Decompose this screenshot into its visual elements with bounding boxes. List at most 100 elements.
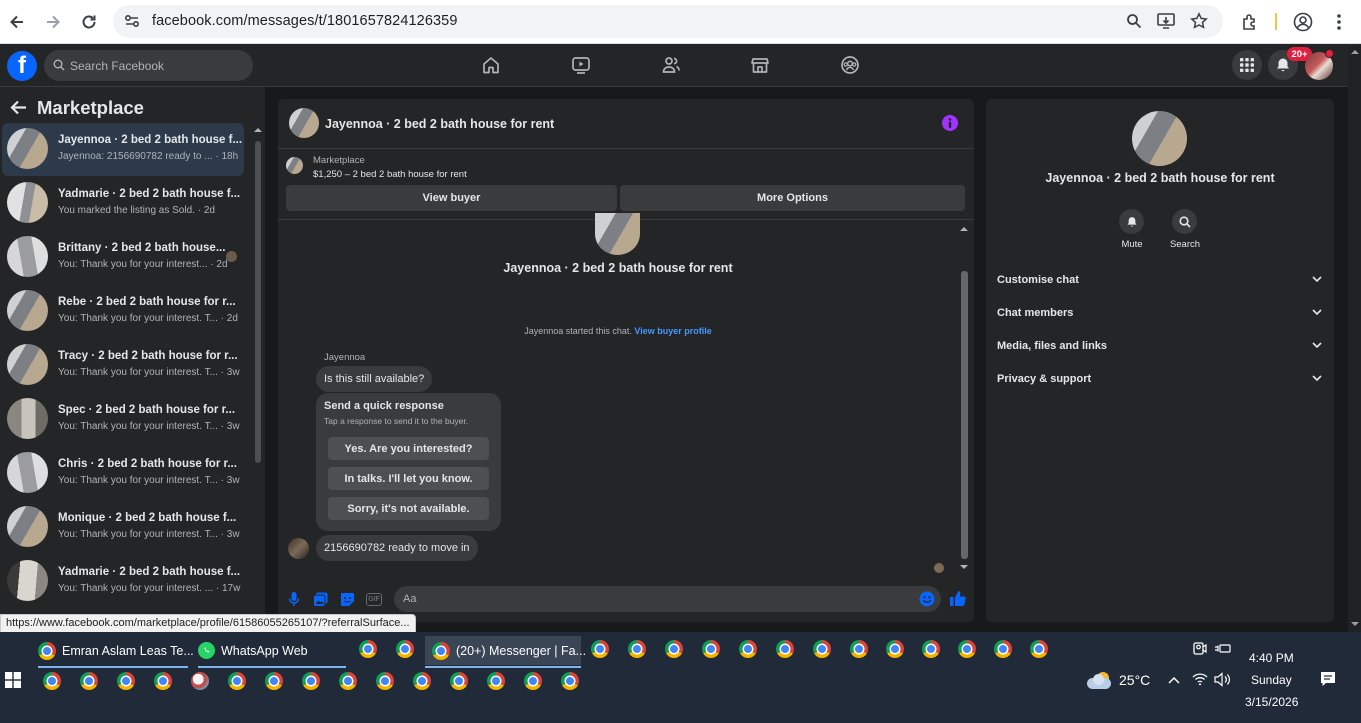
quick-response-title: Send a quick response (324, 400, 444, 412)
like-icon[interactable] (949, 590, 966, 607)
photo-icon[interactable] (313, 592, 328, 607)
taskbar-task[interactable]: Emran Aslam Leas Te... (38, 636, 194, 668)
taskbar-chrome-icon[interactable] (396, 640, 416, 660)
scroll-up-icon[interactable] (1351, 49, 1359, 55)
scroll-thumb[interactable] (255, 141, 261, 463)
section-label: Chat members (997, 307, 1074, 319)
conversation-item[interactable]: Yadmarie · 2 bed 2 bath house f... You m… (2, 177, 244, 230)
conversation-preview: You: Thank you for your interest. ... · … (58, 583, 241, 594)
wifi-icon[interactable] (1192, 672, 1208, 686)
home-icon[interactable] (479, 53, 503, 77)
scroll-down-icon[interactable] (960, 564, 968, 570)
clock-date[interactable]: 3/15/2026 (1245, 695, 1298, 709)
profile-icon[interactable] (1289, 8, 1317, 36)
gif-icon[interactable]: GIF (366, 593, 382, 606)
conversation-title: Yadmarie · 2 bed 2 bath house f... (58, 188, 241, 200)
quick-response-button[interactable]: In talks. I'll let you know. (328, 467, 489, 490)
quick-response-subtitle: Tap a response to send it to the buyer. (324, 416, 469, 426)
status-bar-url: https://www.facebook.com/marketplace/pro… (0, 614, 416, 633)
menu-grid-icon[interactable] (1232, 50, 1262, 80)
conversation-item[interactable]: Spec · 2 bed 2 bath house for r... You: … (2, 393, 244, 446)
page-scrollbar[interactable] (1348, 46, 1361, 632)
facebook-search-input[interactable]: Search Facebook (44, 50, 253, 81)
volume-icon[interactable] (1214, 672, 1231, 687)
notification-center-icon[interactable] (1320, 671, 1336, 687)
clock-day[interactable]: Sunday (1251, 673, 1292, 687)
taskbar-task-active[interactable]: (20+) Messenger | Fa... (425, 636, 586, 668)
more-options-button[interactable]: More Options (620, 185, 965, 211)
reload-icon[interactable] (75, 8, 103, 36)
install-app-icon[interactable] (1157, 13, 1175, 29)
groups-icon[interactable] (838, 53, 862, 77)
facebook-logo-icon[interactable]: f (7, 51, 37, 81)
windows-start-icon[interactable] (5, 672, 21, 688)
search-chat-icon[interactable] (1172, 209, 1197, 234)
back-arrow-icon[interactable] (10, 100, 27, 115)
video-icon[interactable] (569, 53, 593, 77)
scroll-up-icon[interactable] (960, 226, 968, 232)
url-text[interactable]: facebook.com/messages/t/1801657824126359 (152, 13, 458, 29)
message-bubble[interactable]: Is this still available? (316, 366, 433, 392)
conversation-item[interactable]: Tracy · 2 bed 2 bath house for r... You:… (2, 339, 244, 392)
address-bar[interactable]: facebook.com/messages/t/1801657824126359 (113, 5, 1223, 38)
listing-thumbnail (7, 128, 48, 169)
taskbar-chrome-icon[interactable] (359, 640, 379, 660)
friends-icon[interactable] (659, 53, 683, 77)
toolbar-divider (1275, 13, 1277, 30)
conversation-item[interactable]: Monique · 2 bed 2 bath house f... You: T… (2, 501, 244, 554)
browser-menu-icon[interactable] (1325, 8, 1353, 36)
scroll-down-icon[interactable] (1351, 621, 1359, 627)
extensions-icon[interactable] (1236, 8, 1264, 36)
sender-avatar[interactable] (288, 538, 309, 559)
conversation-item[interactable]: Brittany · 2 bed 2 bath house... You: Th… (2, 231, 244, 284)
quick-response-button[interactable]: Sorry, it's not available. (328, 497, 489, 520)
quick-response-button[interactable]: Yes. Are you interested? (328, 437, 489, 460)
weather-temp[interactable]: 25°C (1119, 672, 1150, 688)
marketplace-icon[interactable] (748, 53, 772, 77)
facebook-header: f Search Facebook 20+ (0, 44, 1361, 87)
app-icon[interactable] (191, 672, 209, 690)
seen-avatar (226, 251, 237, 262)
tray-chevron-up-icon[interactable] (1168, 676, 1180, 684)
conversation-item[interactable]: Jayennoa · 2 bed 2 bath house f... Jayen… (2, 123, 244, 176)
zoom-icon[interactable] (1126, 13, 1142, 29)
emoji-icon[interactable] (919, 591, 935, 607)
marketplace-sidebar: Marketplace Jayennoa · 2 bed 2 bath hous… (0, 87, 265, 632)
conversation-title: Brittany · 2 bed 2 bath house... (58, 242, 226, 254)
back-icon[interactable] (3, 8, 31, 36)
message-input[interactable]: Aa (394, 586, 941, 612)
battery-plug-icon[interactable] (1214, 642, 1231, 655)
browser-toolbar: facebook.com/messages/t/1801657824126359 (0, 0, 1361, 44)
chat-members-section[interactable]: Chat members (997, 307, 1327, 327)
scroll-up-icon[interactable] (254, 127, 262, 133)
customise-chat-section[interactable]: Customise chat (997, 274, 1327, 294)
listing-text[interactable]: $1,250 – 2 bed 2 bath house for rent (313, 169, 467, 180)
message-bubble[interactable]: 2156690782 ready to move in (316, 535, 478, 561)
site-settings-icon[interactable] (123, 12, 141, 30)
media-files-links-section[interactable]: Media, files and links (997, 340, 1327, 360)
details-avatar[interactable] (1132, 111, 1187, 166)
clock-time[interactable]: 4:40 PM (1249, 651, 1294, 665)
info-icon[interactable] (942, 115, 958, 131)
microphone-icon[interactable] (288, 591, 300, 607)
weather-cloud-icon[interactable] (1087, 672, 1113, 690)
chat-title[interactable]: Jayennoa · 2 bed 2 bath house for rent (325, 117, 554, 131)
mute-bell-icon[interactable] (1119, 209, 1144, 234)
chrome-icon (432, 641, 450, 660)
chat-scroll-thumb[interactable] (961, 271, 968, 559)
privacy-support-section[interactable]: Privacy & support (997, 373, 1327, 393)
conversation-item[interactable]: Chris · 2 bed 2 bath house for r... You:… (2, 447, 244, 500)
forward-icon[interactable] (39, 8, 67, 36)
sender-name: Jayennoa (324, 352, 366, 363)
meet-now-icon[interactable] (1192, 641, 1207, 656)
bookmark-star-icon[interactable] (1190, 12, 1208, 30)
conversation-item[interactable]: Yadmarie · 2 bed 2 bath house f... You: … (2, 555, 244, 608)
chat-avatar[interactable] (289, 108, 319, 138)
sticker-icon[interactable] (340, 592, 355, 607)
conversation-item[interactable]: Rebe · 2 bed 2 bath house for r... You: … (2, 285, 244, 338)
view-buyer-button[interactable]: View buyer (286, 185, 617, 211)
sidebar-scrollbar[interactable] (254, 127, 262, 622)
section-label: Media, files and links (997, 340, 1108, 352)
view-buyer-profile-link[interactable]: View buyer profile (634, 326, 711, 336)
taskbar-task[interactable]: WhatsApp Web (198, 636, 346, 668)
